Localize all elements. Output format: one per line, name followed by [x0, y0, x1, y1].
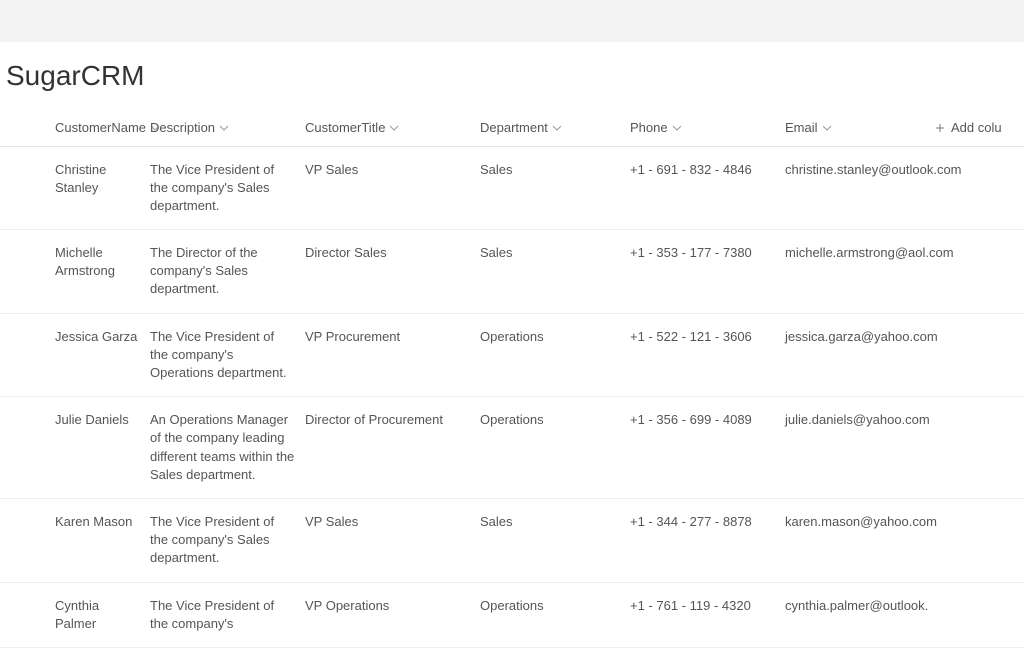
add-column-label: Add colu [951, 120, 1002, 135]
table-row[interactable]: Christine StanleyThe Vice President of t… [0, 146, 1024, 230]
cell-department: Operations [480, 582, 630, 647]
plus-icon [935, 123, 945, 133]
cell-customertitle: VP Operations [305, 582, 480, 647]
cell-email: karen.mason@yahoo.com [785, 498, 935, 582]
cell-customername: Karen Mason [0, 498, 150, 582]
cell-customername: Cynthia Palmer [0, 582, 150, 647]
cell-description: An Operations Manager of the company lea… [150, 397, 305, 499]
chevron-down-icon [552, 123, 562, 133]
column-label: Phone [630, 120, 668, 135]
chevron-down-icon [389, 123, 399, 133]
cell-empty [935, 230, 1024, 314]
cell-description: The Vice President of the company's Sale… [150, 498, 305, 582]
column-header-phone[interactable]: Phone [630, 120, 682, 135]
cell-description: The Director of the company's Sales depa… [150, 230, 305, 314]
cell-empty [935, 397, 1024, 499]
add-column-button[interactable]: Add colu [935, 120, 1002, 135]
cell-department: Sales [480, 498, 630, 582]
cell-phone: +1 - 691 - 832 - 4846 [630, 146, 785, 230]
cell-customertitle: Director Sales [305, 230, 480, 314]
table-row[interactable]: Julie DanielsAn Operations Manager of th… [0, 397, 1024, 499]
cell-empty [935, 582, 1024, 647]
cell-description: The Vice President of the company's Oper… [150, 313, 305, 397]
table-row[interactable]: Cynthia PalmerThe Vice President of the … [0, 582, 1024, 647]
column-header-description[interactable]: Description [150, 120, 229, 135]
cell-email: michelle.armstrong@aol.com [785, 230, 935, 314]
cell-email: jessica.garza@yahoo.com [785, 313, 935, 397]
chevron-down-icon [219, 123, 229, 133]
column-header-customername[interactable]: CustomerName [55, 120, 160, 135]
cell-phone: +1 - 344 - 277 - 8878 [630, 498, 785, 582]
column-header-email[interactable]: Email [785, 120, 832, 135]
column-label: CustomerTitle [305, 120, 385, 135]
table-row[interactable]: Karen MasonThe Vice President of the com… [0, 498, 1024, 582]
cell-customertitle: VP Procurement [305, 313, 480, 397]
cell-customertitle: VP Sales [305, 146, 480, 230]
table-row[interactable]: Jessica GarzaThe Vice President of the c… [0, 313, 1024, 397]
column-header-customertitle[interactable]: CustomerTitle [305, 120, 399, 135]
cell-empty [935, 498, 1024, 582]
cell-empty [935, 146, 1024, 230]
cell-phone: +1 - 356 - 699 - 4089 [630, 397, 785, 499]
cell-phone: +1 - 522 - 121 - 3606 [630, 313, 785, 397]
cell-customertitle: VP Sales [305, 498, 480, 582]
cell-empty [935, 313, 1024, 397]
chevron-down-icon [672, 123, 682, 133]
cell-department: Operations [480, 313, 630, 397]
cell-department: Sales [480, 230, 630, 314]
data-table: CustomerName Description [0, 110, 1024, 648]
column-label: Department [480, 120, 548, 135]
cell-phone: +1 - 761 - 119 - 4320 [630, 582, 785, 647]
cell-email: julie.daniels@yahoo.com [785, 397, 935, 499]
column-label: Description [150, 120, 215, 135]
cell-customername: Jessica Garza [0, 313, 150, 397]
page-title: SugarCRM [0, 42, 1024, 110]
cell-email: christine.stanley@outlook.com [785, 146, 935, 230]
table-row[interactable]: Michelle ArmstrongThe Director of the co… [0, 230, 1024, 314]
cell-email: cynthia.palmer@outlook. [785, 582, 935, 647]
cell-department: Operations [480, 397, 630, 499]
cell-phone: +1 - 353 - 177 - 7380 [630, 230, 785, 314]
cell-customername: Christine Stanley [0, 146, 150, 230]
top-bar [0, 0, 1024, 42]
column-label: Email [785, 120, 818, 135]
cell-customertitle: Director of Procurement [305, 397, 480, 499]
cell-description: The Vice President of the company's Sale… [150, 146, 305, 230]
chevron-down-icon [822, 123, 832, 133]
cell-department: Sales [480, 146, 630, 230]
column-header-department[interactable]: Department [480, 120, 562, 135]
cell-description: The Vice President of the company's [150, 582, 305, 647]
cell-customername: Michelle Armstrong [0, 230, 150, 314]
column-label: CustomerName [55, 120, 146, 135]
table-container: CustomerName Description [0, 110, 1024, 648]
cell-customername: Julie Daniels [0, 397, 150, 499]
